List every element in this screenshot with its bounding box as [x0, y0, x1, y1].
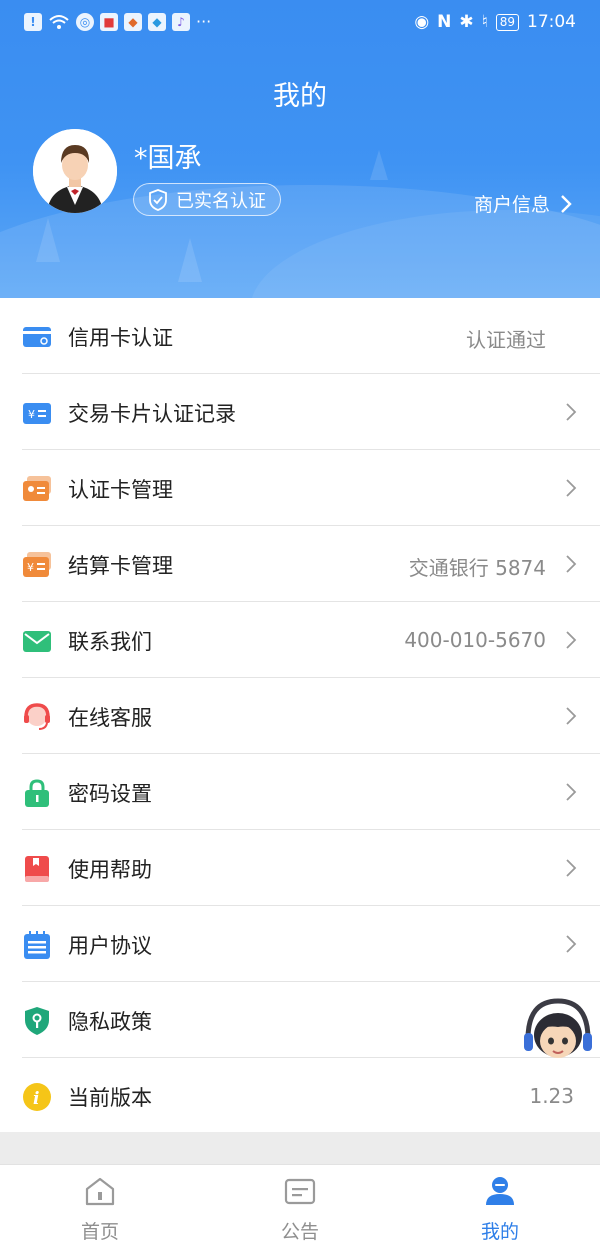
svg-text:¥: ¥	[28, 408, 35, 421]
avatar[interactable]	[33, 129, 117, 213]
menu-item-current-version: i 当前版本 1.23	[0, 1058, 600, 1134]
clock-time: 17:04	[527, 12, 576, 32]
avatar-image	[33, 129, 117, 213]
battery-icon: 89	[495, 13, 519, 31]
tab-label: 公告	[280, 1221, 319, 1243]
menu-item-label: 在线客服	[68, 706, 152, 730]
menu-item-contact-us[interactable]: 联系我们 400-010-5670	[0, 602, 600, 678]
menu-item-label: 交易卡片认证记录	[68, 402, 236, 426]
tab-label: 首页	[80, 1221, 119, 1243]
floating-support-button[interactable]	[516, 995, 596, 1065]
shield-check-icon	[149, 188, 167, 211]
more-icon: ···	[196, 12, 212, 31]
wifi-icon	[49, 14, 69, 29]
menu-item-label: 信用卡认证	[68, 326, 173, 350]
chevron-right-icon	[566, 555, 577, 573]
status-left-icons: ! ◎ ■ ◆ ◆ ♪ ···	[24, 12, 211, 31]
menu-item-password-settings[interactable]: 密码设置	[0, 754, 600, 830]
music-icon: ♪	[172, 12, 190, 31]
tab-mine[interactable]: 我的	[400, 1165, 600, 1247]
menu-item-credit-card-auth[interactable]: 信用卡认证 认证通过	[0, 298, 600, 374]
menu-item-label: 认证卡管理	[68, 478, 173, 502]
notice-icon	[284, 1178, 316, 1205]
page-title: 我的	[273, 81, 327, 112]
home-icon	[85, 1177, 115, 1206]
svg-text:i: i	[33, 1089, 39, 1109]
menu-item-value: 认证通过	[466, 328, 546, 352]
settings-list: 信用卡认证 认证通过 ¥ 交易卡片认证记录 认证卡管理 ¥ 结算卡管理 交通银行…	[0, 298, 600, 1132]
transaction-card-icon: ¥	[23, 403, 51, 424]
globe-icon: ◎	[76, 12, 94, 31]
app-icon: ■	[100, 12, 118, 31]
menu-item-value: 交通银行 5874	[408, 556, 546, 580]
chevron-right-icon	[566, 935, 577, 953]
status-bar: ! ◎ ■ ◆ ◆ ♪ ··· ◉ N ✱ ♮ 89 17:04	[0, 0, 600, 48]
menu-item-label: 联系我们	[68, 630, 152, 654]
chevron-right-icon	[566, 859, 577, 877]
auth-card-icon	[23, 476, 51, 501]
tree-decoration	[36, 218, 60, 262]
menu-item-auth-card-manage[interactable]: 认证卡管理	[0, 450, 600, 526]
merchant-info-label: 商户信息	[473, 194, 550, 216]
section-gap	[0, 1132, 600, 1164]
svg-text:¥: ¥	[27, 561, 34, 574]
menu-item-help[interactable]: 使用帮助	[0, 830, 600, 906]
menu-item-label: 结算卡管理	[68, 554, 173, 578]
headset-icon	[24, 703, 50, 730]
chevron-right-icon	[566, 631, 577, 649]
app-icon: ◆	[124, 12, 142, 31]
chevron-right-icon	[566, 707, 577, 725]
menu-item-privacy-policy[interactable]: 隐私政策	[0, 982, 600, 1058]
app-icon: ◆	[148, 12, 166, 31]
verified-badge: 已实名认证	[133, 183, 281, 216]
status-right-icons: ◉ N ✱ ♮ 89 17:04	[414, 12, 576, 32]
tree-decoration	[178, 238, 202, 282]
tree-decoration	[370, 150, 388, 180]
profile-icon	[486, 1177, 514, 1205]
menu-item-label: 用户协议	[68, 934, 152, 958]
username: *国承	[134, 143, 202, 174]
merchant-info-link[interactable]: 商户信息	[474, 190, 572, 217]
tab-notice[interactable]: 公告	[200, 1165, 400, 1247]
menu-item-value: 1.23	[529, 1084, 574, 1108]
mail-icon	[23, 631, 51, 652]
menu-item-label: 当前版本	[68, 1086, 152, 1110]
help-book-icon	[25, 856, 49, 882]
chevron-right-icon	[566, 783, 577, 801]
chevron-right-icon	[566, 479, 577, 497]
eye-icon: ◉	[414, 12, 430, 32]
menu-item-transaction-records[interactable]: ¥ 交易卡片认证记录	[0, 374, 600, 450]
lock-icon	[25, 779, 49, 807]
bluetooth-icon: ✱	[459, 12, 474, 32]
bottom-tab-bar: 首页 公告 我的	[0, 1164, 600, 1247]
verified-label: 已实名认证	[176, 190, 266, 212]
support-agent-icon	[524, 998, 592, 1058]
agreement-icon	[24, 931, 50, 959]
tab-label: 我的	[480, 1221, 519, 1243]
privacy-shield-icon	[25, 1007, 49, 1035]
alert-icon: !	[24, 12, 42, 31]
menu-item-online-service[interactable]: 在线客服	[0, 678, 600, 754]
menu-item-label: 隐私政策	[68, 1010, 152, 1034]
tab-home[interactable]: 首页	[0, 1165, 200, 1247]
menu-item-label: 使用帮助	[68, 858, 152, 882]
menu-item-user-agreement[interactable]: 用户协议	[0, 906, 600, 982]
mute-icon: ♮	[481, 12, 488, 32]
profile-header: ! ◎ ■ ◆ ◆ ♪ ··· ◉ N ✱ ♮ 89 17:04 我的 *国承 …	[0, 0, 600, 298]
credit-card-icon	[23, 327, 51, 347]
menu-item-value: 400-010-5670	[404, 628, 546, 652]
chevron-right-icon	[561, 194, 572, 213]
chevron-right-icon	[566, 403, 577, 421]
nfc-icon: N	[437, 12, 452, 32]
menu-item-settlement-card-manage[interactable]: ¥ 结算卡管理 交通银行 5874	[0, 526, 600, 602]
settlement-card-icon: ¥	[23, 552, 51, 577]
menu-item-label: 密码设置	[68, 782, 152, 806]
info-icon: i	[23, 1083, 51, 1111]
